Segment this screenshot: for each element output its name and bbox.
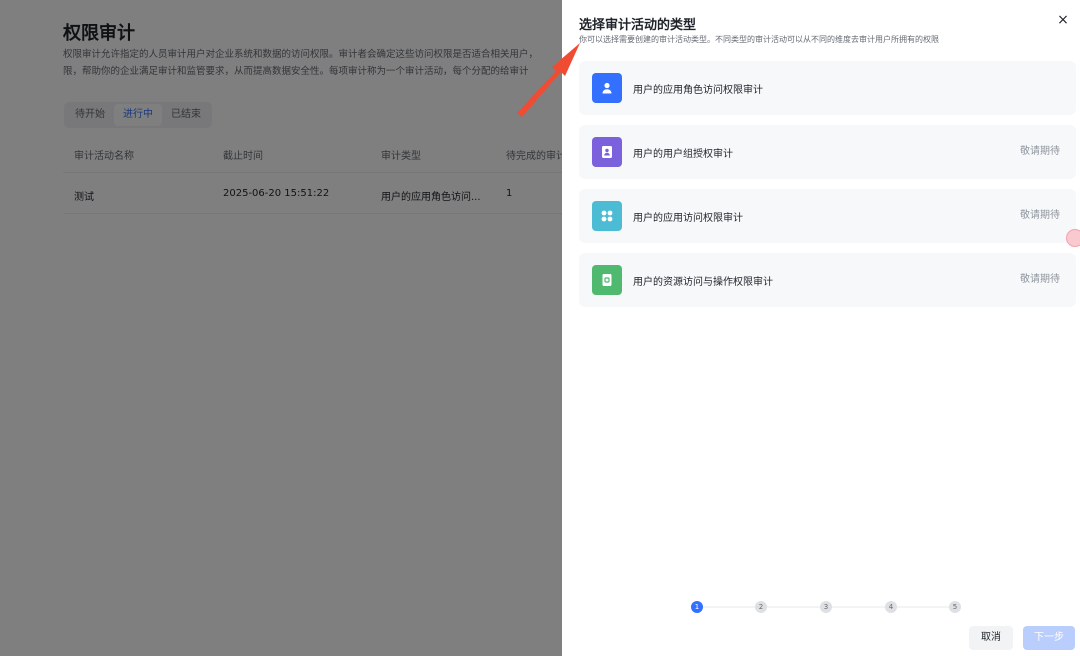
audit-type-drawer: 选择审计活动的类型 你可以选择需要创建的审计活动类型。不同类型的审计活动可以从不…: [562, 0, 1080, 656]
floating-assistant-icon[interactable]: [1066, 229, 1080, 247]
audit-type-label: 用户的应用访问权限审计: [633, 212, 743, 224]
step-indicator: 1 2 3 4 5: [691, 600, 961, 614]
audit-type-list: 用户的应用角色访问权限审计 用户的用户组授权审计 敬请期待 用户的应用访问权限审…: [579, 61, 1076, 317]
audit-type-label: 用户的用户组授权审计: [633, 148, 733, 160]
audit-type-card-app-access[interactable]: 用户的应用访问权限审计 敬请期待: [579, 189, 1076, 243]
close-icon[interactable]: ×: [1056, 13, 1070, 27]
step-3: 3: [820, 601, 832, 613]
step-5: 5: [949, 601, 961, 613]
user-icon: [592, 73, 622, 103]
coming-soon-label: 敬请期待: [1020, 146, 1060, 157]
coming-soon-label: 敬请期待: [1020, 210, 1060, 221]
step-4: 4: [885, 601, 897, 613]
drawer-subtitle: 你可以选择需要创建的审计活动类型。不同类型的审计活动可以从不同的维度去审计用户所…: [579, 35, 939, 44]
document-icon: [592, 265, 622, 295]
audit-type-card-app-role[interactable]: 用户的应用角色访问权限审计: [579, 61, 1076, 115]
user-card-icon: [592, 137, 622, 167]
audit-type-label: 用户的资源访问与操作权限审计: [633, 276, 773, 288]
coming-soon-label: 敬请期待: [1020, 274, 1060, 285]
step-1: 1: [691, 601, 703, 613]
cancel-button[interactable]: 取消: [969, 626, 1013, 650]
audit-type-card-user-group[interactable]: 用户的用户组授权审计 敬请期待: [579, 125, 1076, 179]
step-2: 2: [755, 601, 767, 613]
next-step-button[interactable]: 下一步: [1023, 626, 1075, 650]
drawer-title: 选择审计活动的类型: [579, 18, 697, 33]
audit-type-card-resource-access[interactable]: 用户的资源访问与操作权限审计 敬请期待: [579, 253, 1076, 307]
audit-type-label: 用户的应用角色访问权限审计: [633, 84, 763, 96]
apps-icon: [592, 201, 622, 231]
